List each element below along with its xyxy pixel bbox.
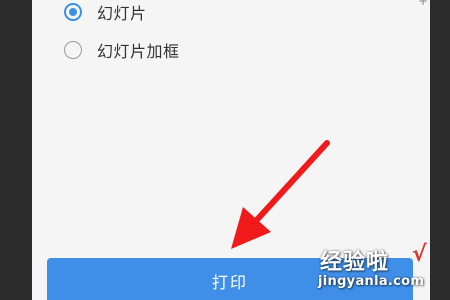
watermark-check-icon: √: [412, 242, 427, 267]
watermark: 经验啦 √ jingyanla.com: [318, 242, 450, 300]
screenshot-stage: + 幻灯片 幻灯片加框 打印 经验啦 √ jingyanla.com: [0, 0, 450, 300]
watermark-site-name: 经验啦: [320, 250, 390, 275]
watermark-url: jingyanla.com: [318, 274, 425, 289]
arrow-shaft: [252, 140, 330, 225]
